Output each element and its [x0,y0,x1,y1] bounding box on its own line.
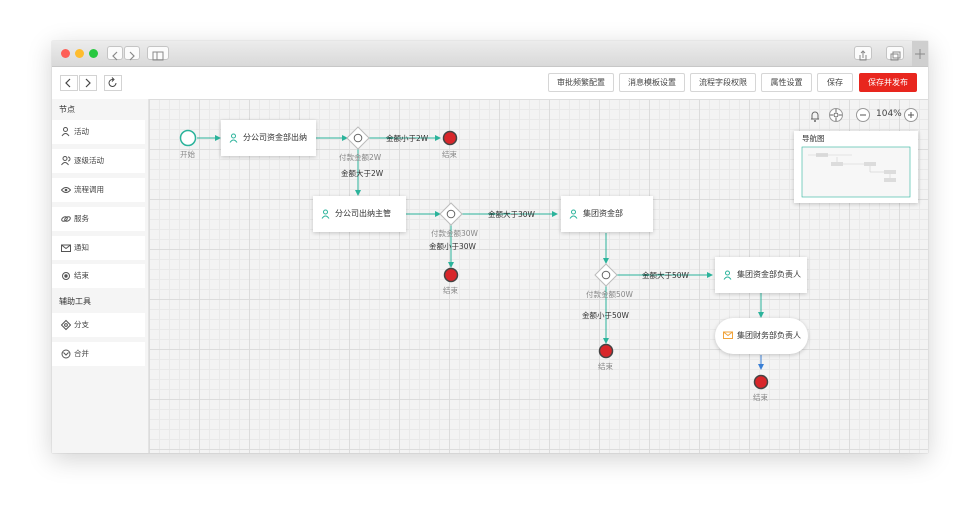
palette-item-notification[interactable]: 通知 [52,236,145,260]
zoom-in-button[interactable] [904,108,918,122]
edge-label-less-50w: 金额小于50W [582,311,629,320]
user-icon [321,196,330,248]
palette-item-label: 活动 [74,127,89,136]
title-bar [52,41,928,67]
start-event [179,129,197,147]
notification-node[interactable]: 集团财务部负责人 [715,318,808,354]
gateway-2-label: 付款金额30W [431,229,478,238]
chevron-right-icon [85,78,91,88]
chevron-left-icon [112,51,118,61]
app-window: 审批频繁配置 消息模板设置 流程字段权限 属性设置 保存 保存并发布 节点 活动… [52,41,928,453]
task-node-label: 集团资金部负责人 [737,270,801,279]
user-icon [723,257,732,309]
tabs-button[interactable] [886,46,904,61]
tabs-icon [890,51,901,61]
end-label-2: 结束 [443,286,458,295]
user-icon [229,120,238,172]
notification-bell-button[interactable] [809,108,821,127]
minimap-preview [801,146,911,198]
zoom-level: 104% [876,109,902,119]
approval-frequency-config-button[interactable]: 审批频繁配置 [548,73,614,92]
palette-item-end[interactable]: 结束 [52,264,145,288]
palette-item-label: 逐级活动 [74,156,104,165]
palette-item-label: 合并 [74,349,89,358]
task-node-label: 集团资金部 [583,209,623,218]
gateway-1-label: 付款金额2W [339,153,382,162]
palette-item-branch[interactable]: 分支 [52,313,145,337]
refresh-button[interactable] [104,75,122,91]
bell-icon [811,111,819,122]
start-label: 开始 [180,150,195,159]
edge-label-more-2w: 金额大于2W [341,169,384,178]
palette-item-activity[interactable]: 活动 [52,120,145,144]
palette-item-service[interactable]: 服务 [52,207,145,231]
browser-back-button[interactable] [107,46,123,61]
palette-item-stepwise-activity[interactable]: 逐级活动 [52,149,145,173]
gateway-3-label: 付款金额50W [586,290,633,299]
locate-icon [830,109,842,121]
nodes-section-title: 节点 [59,105,75,114]
browser-forward-button[interactable] [124,46,140,61]
sidebar-toggle-button[interactable] [147,46,169,61]
radio-dot-icon [61,264,71,298]
task-node-label: 分公司出纳主管 [335,209,391,218]
mail-icon [723,318,733,370]
save-button[interactable]: 保存 [817,73,853,92]
plus-icon [908,112,914,118]
node-palette-sidebar: 节点 活动 逐级活动 流程调用 服务 通知 结束 辅助工具 分支 合并 [52,99,149,453]
edge-label-more-30w: 金额大于30W [488,210,535,219]
task-node[interactable]: 分公司资金部出纳 [221,120,316,156]
navigation-minimap[interactable]: 导航图 [794,131,918,203]
chevron-left-icon [65,78,71,88]
gateway-2 [439,202,463,226]
maximize-window-button[interactable] [89,49,98,58]
app-toolbar: 审批频繁配置 消息模板设置 流程字段权限 属性设置 保存 保存并发布 [52,67,928,100]
palette-item-merge[interactable]: 合并 [52,342,145,366]
property-settings-button[interactable]: 属性设置 [761,73,812,92]
zoom-out-button[interactable] [856,108,870,122]
gateway-1 [346,126,370,150]
edge-label-less-2w: 金额小于2W [386,134,429,143]
merge-icon [61,342,71,376]
minimize-window-button[interactable] [75,49,84,58]
save-and-publish-button[interactable]: 保存并发布 [859,73,917,92]
palette-item-label: 服务 [74,214,89,223]
close-window-button[interactable] [61,49,70,58]
redo-forward-button[interactable] [79,75,97,91]
new-tab-button[interactable] [912,41,928,66]
end-label-4: 结束 [753,393,768,402]
minus-icon [860,114,866,116]
flow-field-permission-button[interactable]: 流程字段权限 [690,73,756,92]
palette-item-label: 结束 [74,271,89,280]
gateway-3 [594,263,618,287]
task-node[interactable]: 集团资金部 [561,196,653,232]
message-template-settings-button[interactable]: 消息模板设置 [619,73,685,92]
share-button[interactable] [854,46,872,61]
edge-label-less-30w: 金额小于30W [429,242,476,251]
undo-back-button[interactable] [60,75,78,91]
end-event-2 [443,267,459,283]
palette-item-flow-call[interactable]: 流程调用 [52,178,145,202]
user-icon [569,196,578,248]
task-node[interactable]: 集团资金部负责人 [715,257,807,293]
task-node[interactable]: 分公司出纳主管 [313,196,406,232]
palette-item-label: 流程调用 [74,185,104,194]
share-icon [859,50,867,61]
refresh-icon [108,77,117,87]
palette-item-label: 分支 [74,320,89,329]
end-event-4 [753,374,769,390]
edge-label-more-50w: 金额大于50W [642,271,689,280]
end-event-1 [442,130,458,146]
end-event-3 [598,343,614,359]
task-node-label: 分公司资金部出纳 [243,133,307,142]
sidebar-icon [152,51,164,61]
plus-icon [915,49,925,59]
notification-node-label: 集团财务部负责人 [737,331,801,340]
end-label-1: 结束 [442,150,457,159]
locate-center-button[interactable] [829,108,843,122]
end-label-3: 结束 [598,362,613,371]
tools-section-title: 辅助工具 [59,297,91,306]
chevron-right-icon [129,51,135,61]
palette-item-label: 通知 [74,243,89,252]
